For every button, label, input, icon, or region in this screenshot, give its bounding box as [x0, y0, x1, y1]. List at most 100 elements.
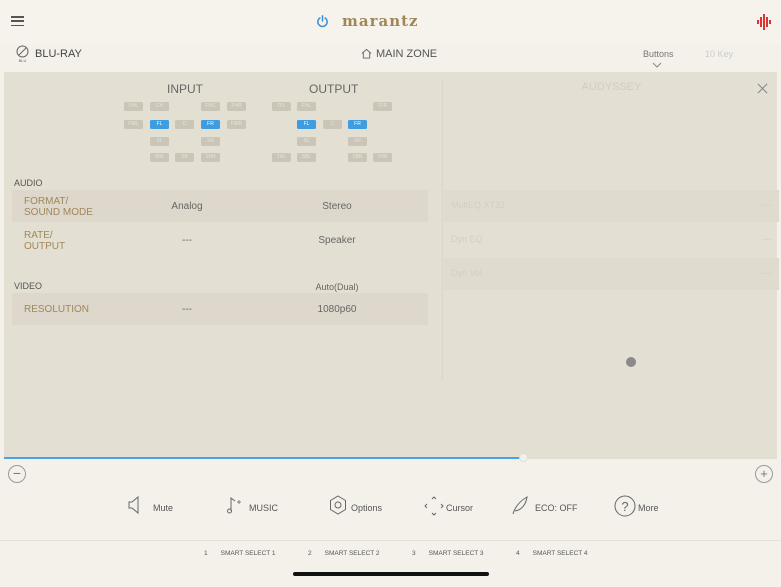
volume-slider[interactable]	[4, 453, 777, 462]
mute-button[interactable]: Mute	[128, 495, 188, 519]
music-button[interactable]: MUSIC	[225, 495, 285, 519]
disc-icon[interactable]: BLU	[16, 45, 29, 63]
input-channel-sr: SR	[201, 137, 220, 146]
heos-icon[interactable]	[757, 14, 771, 30]
eco-button[interactable]: ECO: OFF	[512, 495, 582, 519]
smart-select-number: 1	[204, 550, 208, 557]
volume-down-button[interactable]: −	[8, 465, 26, 483]
smart-select-label: SMART SELECT 3	[428, 550, 484, 557]
input-channel-ch: CH	[150, 102, 169, 111]
input-channel-shr: SHR	[201, 153, 220, 162]
output-channel-fl: FL	[297, 120, 316, 129]
input-channel-fl: FL	[150, 120, 169, 129]
input-channel-fhl: FHL	[124, 102, 143, 111]
smart-select-3[interactable]: 3 SMART SELECT 3	[412, 550, 484, 557]
smart-select-2[interactable]: 2 SMART SELECT 2	[308, 550, 380, 557]
input-channel-sl: SL	[150, 137, 169, 146]
mute-label: Mute	[153, 503, 174, 513]
more-label: More	[638, 503, 659, 513]
tab-10-key[interactable]: 10 Key	[705, 49, 733, 59]
music-label: MUSIC	[249, 503, 278, 513]
row-output-value: Speaker	[318, 235, 356, 246]
eco-label: ECO: OFF	[535, 503, 578, 513]
panel-divider	[442, 80, 443, 380]
input-channel-c: C	[175, 120, 194, 129]
home-indicator[interactable]	[293, 572, 489, 576]
input-channel-fr: FR	[201, 120, 220, 129]
smart-select-4[interactable]: 4 SMART SELECT 4	[516, 550, 588, 557]
audyssey-title: AUDYSSEY	[581, 81, 642, 93]
speaker-icon	[128, 495, 139, 515]
row-label: RESOLUTION	[24, 304, 90, 315]
output-channel-trr: TRR	[373, 153, 392, 162]
power-icon[interactable]	[316, 15, 329, 28]
audio-section-label: AUDIO	[14, 178, 43, 188]
volume-handle[interactable]	[519, 453, 528, 462]
video-output-mode: Auto(Dual)	[315, 282, 359, 292]
audyssey-row: Dyn EQ ---	[444, 224, 779, 256]
bottom-divider	[0, 540, 781, 541]
cursor-icon	[424, 496, 444, 516]
row-input-value: ---	[182, 304, 192, 315]
signal-info: INPUT OUTPUT FHL CH FHC FHR FWL FL C FR FWR SL SR S…	[4, 72, 440, 458]
audyssey-row: Dyn Vol ---	[444, 258, 779, 290]
source-label[interactable]: BLU-RAY	[35, 48, 82, 60]
question-glyph: ?	[621, 499, 628, 514]
row-output-value: 1080p60	[317, 304, 357, 315]
input-channel-fwl: FWL	[124, 120, 143, 129]
cursor-label: Cursor	[446, 503, 474, 513]
smart-select-label: SMART SELECT 1	[220, 550, 276, 557]
tab-buttons[interactable]: Buttons	[643, 49, 674, 59]
row-label: RATE/ OUTPUT	[24, 230, 66, 252]
close-icon[interactable]	[757, 83, 768, 94]
zone-label[interactable]: MAIN ZONE	[376, 48, 437, 60]
input-title: INPUT	[167, 82, 203, 96]
brand-logo: marantz	[342, 12, 419, 30]
output-channel-sbr: SBR	[348, 153, 367, 162]
options-label: Options	[351, 503, 383, 513]
audio-row-rate: RATE/ OUTPUT --- Speaker	[12, 224, 428, 256]
audio-row-format: FORMAT/ SOUND MODE Analog Stereo	[12, 190, 428, 222]
cursor-button[interactable]: Cursor	[424, 495, 484, 519]
audyssey-value: ---	[762, 200, 771, 210]
leaf-icon	[512, 496, 528, 515]
status-panel: INPUT OUTPUT FHL CH FHC FHR FWL FL C FR FWR SL SR S…	[4, 72, 779, 458]
options-button[interactable]: Options	[328, 495, 388, 519]
output-channel-sbl: SBL	[297, 153, 316, 162]
audyssey-label: MultEQ XT32	[451, 200, 506, 210]
output-channel-tfr: TFR	[373, 102, 392, 111]
row-input-value: Analog	[171, 201, 203, 212]
output-channel-sl: SL	[297, 137, 316, 146]
audyssey-panel: AUDYSSEY MultEQ XT32 --- Dyn EQ --- Dyn …	[444, 72, 779, 458]
output-channel-sr: SR	[348, 137, 367, 146]
input-channel-fwr: FWR	[227, 120, 246, 129]
audyssey-value: ---	[762, 268, 771, 278]
smart-select-number: 3	[412, 550, 416, 557]
question-icon: ?	[614, 495, 636, 517]
row-label: FORMAT/ SOUND MODE	[24, 196, 93, 218]
input-channel-sb: SB	[175, 153, 194, 162]
source-badge: BLU	[19, 58, 27, 63]
source-zone-bar: BLU BLU-RAY MAIN ZONE Buttons 10 Key	[0, 44, 781, 72]
output-channel-fr: FR	[348, 120, 367, 129]
smart-select-1[interactable]: 1 SMART SELECT 1	[204, 550, 276, 557]
video-row-resolution: RESOLUTION --- 1080p60	[12, 293, 428, 325]
page-indicator-dot[interactable]	[626, 357, 636, 367]
video-section-label: VIDEO	[14, 281, 43, 291]
chevron-down-icon	[652, 62, 662, 68]
top-bar: marantz	[0, 0, 781, 44]
output-channel-c: C	[323, 120, 342, 129]
volume-fill	[4, 457, 523, 459]
input-channel-fhr: FHR	[227, 102, 246, 111]
home-icon	[361, 48, 372, 59]
output-channel-trl: TRL	[272, 153, 291, 162]
smart-select-number: 4	[516, 550, 520, 557]
hamburger-menu-icon[interactable]	[11, 16, 24, 27]
output-title: OUTPUT	[309, 82, 359, 96]
more-button[interactable]: ? More	[614, 495, 674, 519]
volume-up-button[interactable]: +	[755, 465, 773, 483]
output-channel-tfl: TFL	[272, 102, 291, 111]
output-channel-fhl: FHL	[297, 102, 316, 111]
input-channel-fhc: FHC	[201, 102, 220, 111]
gear-icon	[330, 495, 346, 515]
